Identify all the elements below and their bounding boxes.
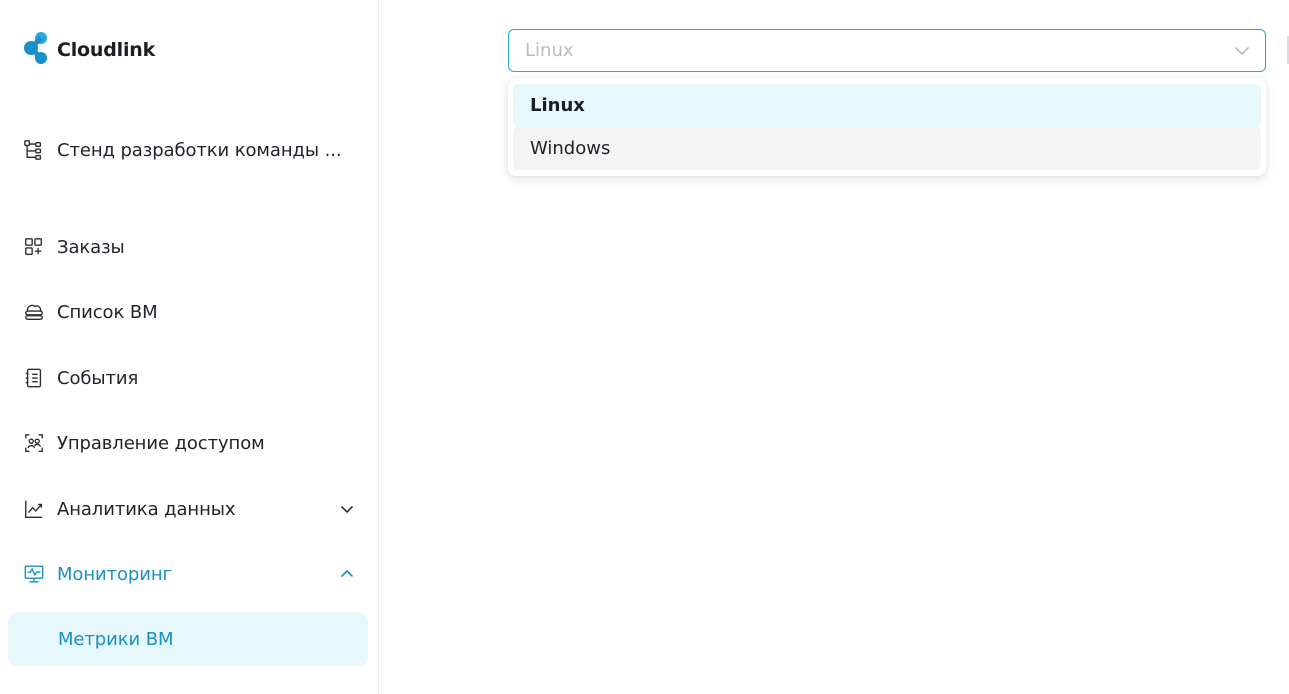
os-option-windows[interactable]: Windows <box>513 127 1261 170</box>
access-icon <box>22 431 46 455</box>
sidebar-subitem-label: Метрики ВМ <box>58 628 174 650</box>
analytics-icon <box>22 497 46 521</box>
cloudlink-logo-icon <box>22 30 49 70</box>
chevron-down-icon <box>1233 42 1251 60</box>
sidebar-item-label: События <box>57 367 139 389</box>
sidebar-item-vm-list[interactable]: Список ВМ <box>22 296 356 328</box>
sidebar-item-orders[interactable]: Заказы <box>22 231 356 263</box>
chevron-down-icon[interactable] <box>338 500 356 518</box>
sidebar-item-events[interactable]: События <box>22 362 356 394</box>
sidebar-subitem-vm-metrics[interactable]: Метрики ВМ <box>8 612 368 666</box>
events-icon <box>22 366 46 390</box>
os-select-value: Linux <box>525 40 574 61</box>
os-option-linux[interactable]: Linux <box>513 84 1261 127</box>
sidebar-item-label: Список ВМ <box>57 301 158 323</box>
project-name: Стенд разработки команды ... <box>57 139 342 161</box>
brand-name: Cloudlink <box>57 39 156 61</box>
cloud-servers-icon <box>22 300 46 324</box>
sidebar-item-analytics[interactable]: Аналитика данных <box>22 493 356 525</box>
orders-icon <box>22 235 46 259</box>
sidebar-item-access[interactable]: Управление доступом <box>22 427 356 459</box>
sidebar-item-label: Управление доступом <box>57 432 265 454</box>
brand-logo[interactable]: Cloudlink <box>22 32 155 68</box>
chevron-up-icon[interactable] <box>338 565 356 583</box>
os-select-dropdown: Linux Windows <box>508 78 1266 176</box>
monitoring-icon <box>22 562 46 586</box>
sidebar-item-label: Мониторинг <box>57 563 172 585</box>
project-selector[interactable]: Стенд разработки команды ... <box>22 134 362 166</box>
sidebar-item-monitoring[interactable]: Мониторинг <box>22 558 356 590</box>
sidebar: Cloudlink Стенд разработки команды ... З… <box>0 0 379 694</box>
os-select[interactable]: Linux <box>508 29 1266 72</box>
sidebar-item-label: Аналитика данных <box>57 498 236 520</box>
project-tree-icon <box>22 138 46 162</box>
sidebar-item-label: Заказы <box>57 236 125 258</box>
